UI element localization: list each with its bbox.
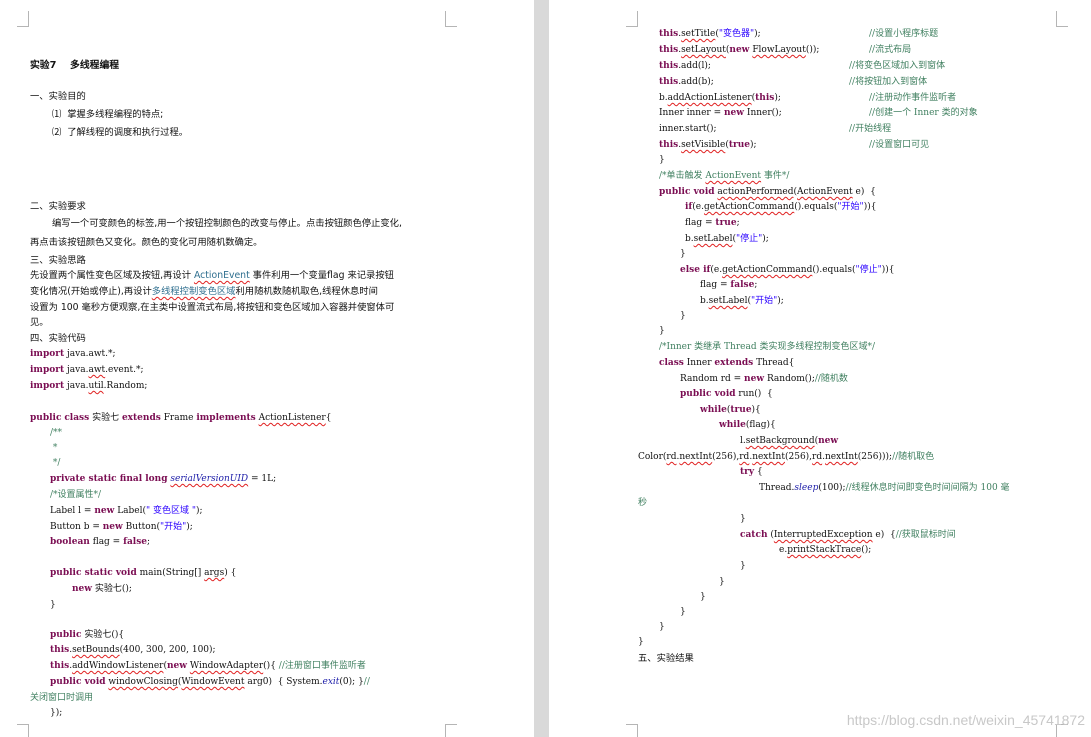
document-page-left: 实验7 多线程编程 一、实验目的 ⑴ 掌握多线程编程的特点; ⑵ 了解线程的调度… [0,0,534,737]
section-heading-approach: 三、实验思路 [30,255,86,266]
code-line: public class 实验七 extends Frame implement… [30,413,332,423]
code-line: } [719,577,725,587]
code-line: this.add(b); [659,77,714,87]
code-comment: //流式布局 [869,45,912,55]
code-line: public static void main(String[] args) { [50,568,237,578]
code-line: l.setBackground(new [740,436,839,446]
code-line: } [50,600,56,610]
code-line: } [638,637,644,647]
section-heading-requirements: 二、实验要求 [30,201,86,212]
crop-mark [626,724,638,737]
crop-mark [626,11,638,27]
code-comment: //创建一个 Inner 类的对象 [869,108,978,118]
code-line: if(e.getActionCommand().equals("开始")){ [685,202,877,212]
code-line: * [50,443,58,453]
document-page-right: this.setTitle("变色器"); //设置小程序标题 this.set… [549,0,1091,737]
crop-mark [17,724,29,737]
approach-text: 设置为 100 毫秒方便观察,在主类中设置流式布局,将按钮和变色区域加入容器并使… [30,302,395,313]
purpose-item: ⑵ 了解线程的调度和执行过程。 [52,127,189,138]
code-line: catch (InterruptedException e) {//获取鼠标时间 [740,530,956,540]
code-line: Random rd = new Random();//随机数 [680,374,848,384]
code-line: /*设置属性*/ [50,490,102,500]
code-line: } [740,561,746,571]
code-line: this.add(l); [659,61,711,71]
code-comment: //设置窗口可见 [869,140,930,150]
code-line: } [680,607,686,617]
code-line: import java.awt.*; [30,349,116,359]
crop-mark [445,724,457,737]
code-line: public void actionPerformed(ActionEvent … [659,187,876,197]
code-line: e.printStackTrace(); [779,545,872,555]
page-gutter [534,0,549,737]
code-comment: //将按钮加入到窗体 [849,77,928,87]
code-line: public void run() { [680,389,773,399]
code-line: 秒 [638,498,648,508]
code-line: this.setBounds(400, 300, 200, 100); [50,645,216,655]
code-line: this.addWindowListener(new WindowAdapter… [50,661,366,671]
code-line: } [740,514,746,524]
code-line: try { [740,467,763,477]
code-line: public 实验七(){ [50,630,125,640]
code-line: } [680,249,686,259]
requirements-text: 编写一个可变颜色的标签,用一个按钮控制颜色的改变与停止。点击按钮颜色停止变化, [52,218,402,229]
code-line: b.setLabel("停止"); [685,234,769,244]
code-comment: //设置小程序标题 [869,29,939,39]
code-line: import java.awt.event.*; [30,365,144,375]
code-line: } [659,155,665,165]
requirements-text: 再点击该按钮颜色又变化。颜色的变化可用随机数确定。 [30,237,263,248]
code-line: b.addActionListener(this); [659,93,781,103]
code-line: inner.start(); [659,124,717,134]
code-line: b.setLabel("开始"); [700,296,784,306]
section-heading-code: 四、实验代码 [30,333,86,344]
crop-mark [17,11,29,27]
code-line: 关闭窗口时调用 [30,693,94,703]
approach-text: 先设置两个属性变色区域及按钮,再设计 ActionEvent 事件利用一个变量f… [30,270,394,281]
code-line: Label l = new Label(" 变色区域 "); [50,506,203,516]
code-line: while(flag){ [719,420,776,430]
approach-text: 见。 [30,317,49,328]
code-line: /*Inner 类继承 Thread 类实现多线程控制变色区域*/ [659,342,875,352]
section-heading-purpose: 一、实验目的 [30,91,86,102]
purpose-item: ⑴ 掌握多线程编程的特点; [52,109,164,120]
code-line: boolean flag = false; [50,537,151,547]
crop-mark [445,11,457,27]
code-line: } [700,592,706,602]
code-line: Inner inner = new Inner(); [659,108,782,118]
approach-text: 变化情况(开始或停止),再设计多线程控制变色区域利用随机数随机取色,线程休息时间 [30,286,378,297]
code-line: this.setLayout(new FlowLayout()); [659,45,820,55]
code-comment: //开始线程 [849,124,892,134]
code-line: }); [50,708,63,718]
code-line: } [659,326,665,336]
code-line: Button b = new Button("开始"); [50,522,193,532]
code-line: Thread.sleep(100);//线程休息时间即变色时间间隔为 100 毫 [759,483,1010,493]
code-line: flag = true; [685,218,740,228]
code-line: while(true){ [700,405,761,415]
code-line: */ [50,458,61,468]
code-comment: //注册动作事件监听者 [869,93,957,103]
crop-mark [1056,11,1068,27]
code-line: import java.util.Random; [30,381,148,391]
code-line: this.setVisible(true); [659,140,757,150]
code-line: /*单击触发 ActionEvent 事件*/ [659,171,790,181]
code-line: class Inner extends Thread{ [659,358,795,368]
code-line: private static final long serialVersionU… [50,474,277,484]
experiment-title: 实验7 多线程编程 [30,60,120,71]
code-line: new 实验七(); [72,584,132,594]
code-line: this.setTitle("变色器"); [659,29,761,39]
watermark: https://blog.csdn.net/weixin_45741872 [846,712,1085,728]
code-line: else if(e.getActionCommand().equals("停止"… [680,265,895,275]
code-line: flag = false; [700,280,758,290]
code-line: } [659,622,665,632]
code-comment: //将变色区域加入到窗体 [849,61,946,71]
code-line: } [680,311,686,321]
code-line: public void windowClosing(WindowEvent ar… [50,677,370,687]
code-line: /** [50,428,63,438]
section-heading-results: 五、实验结果 [638,653,694,664]
code-line: Color(rd.nextInt(256),rd.nextInt(256),rd… [638,452,935,462]
